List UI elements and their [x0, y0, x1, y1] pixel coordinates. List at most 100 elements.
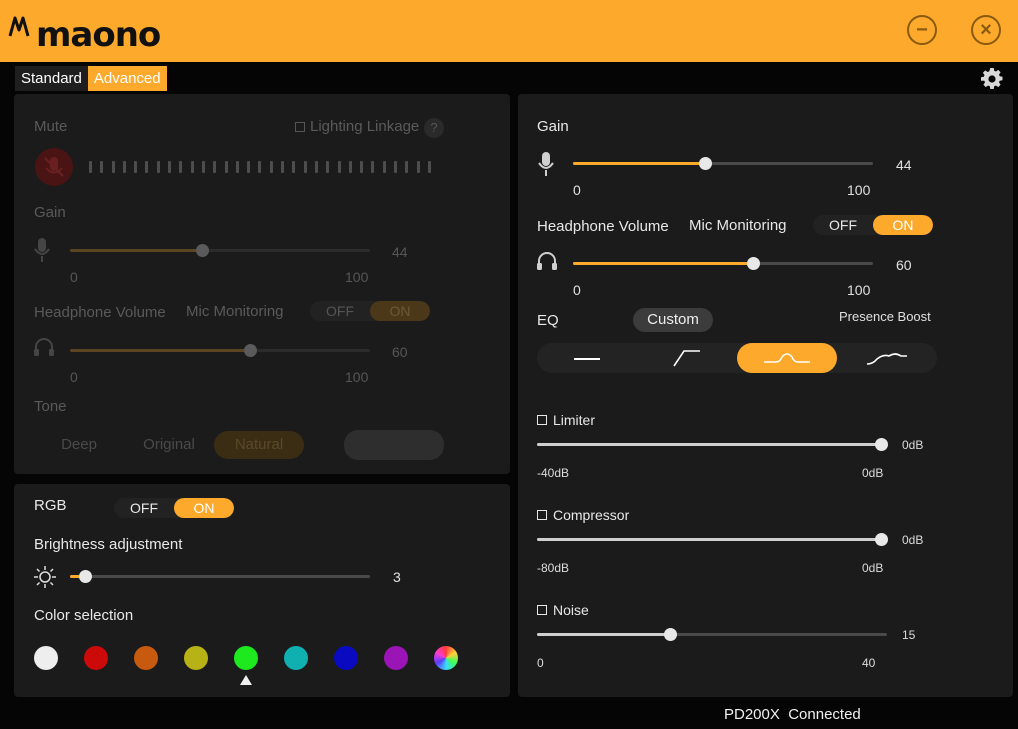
adv-headphone-slider[interactable] — [573, 257, 873, 270]
std-gain-min: 0 — [70, 269, 78, 285]
sun-brightness-icon — [34, 566, 56, 588]
close-glyph: × — [980, 18, 992, 41]
noise-max: 40 — [862, 656, 876, 670]
color-swatch-red[interactable] — [84, 646, 108, 670]
mute-mic-icon[interactable] — [34, 147, 74, 187]
std-headphone-value: 60 — [392, 344, 408, 360]
adv-headphone-min: 0 — [573, 282, 581, 298]
brightness-slider[interactable] — [70, 570, 370, 583]
tone-deep[interactable]: Deep — [34, 431, 124, 459]
noise-value: 15 — [902, 628, 916, 642]
adv-monitoring-toggle[interactable]: OFF ON — [813, 215, 933, 235]
adv-monitoring-on[interactable]: ON — [873, 215, 933, 235]
eq-flat-icon — [574, 358, 600, 360]
std-headphone-volume-label: Headphone Volume — [34, 304, 166, 321]
color-swatch-green[interactable] — [234, 646, 258, 670]
maono-logo-icon — [8, 16, 30, 37]
color-swatch-yellow[interactable] — [184, 646, 208, 670]
rgb-on[interactable]: ON — [174, 498, 234, 518]
noise-min: 0 — [537, 656, 544, 670]
std-monitoring-on[interactable]: ON — [370, 301, 430, 321]
adv-headphone-thumb[interactable] — [747, 257, 760, 270]
adv-gain-slider[interactable] — [573, 157, 873, 170]
std-gain-thumb[interactable] — [196, 244, 209, 257]
noise-slider[interactable] — [537, 628, 887, 641]
rgb-off[interactable]: OFF — [114, 498, 174, 518]
adv-gain-thumb[interactable] — [699, 157, 712, 170]
eq-curve-selector — [537, 343, 937, 373]
adv-headphone-icon — [537, 252, 557, 270]
tab-standard[interactable]: Standard — [15, 66, 88, 91]
tone-natural[interactable]: Natural — [214, 431, 304, 459]
lighting-linkage-label: Lighting Linkage — [310, 118, 420, 135]
minimize-icon[interactable]: − — [907, 15, 937, 45]
std-headphone-slider[interactable] — [70, 344, 370, 357]
help-icon[interactable]: ? — [424, 118, 444, 138]
mode-tabs: Standard Advanced — [15, 66, 167, 91]
selected-color-indicator-icon — [240, 675, 252, 685]
std-gain-max: 100 — [345, 269, 369, 285]
compressor-slider[interactable] — [537, 533, 888, 546]
color-swatch-blue[interactable] — [334, 646, 358, 670]
close-icon[interactable]: × — [971, 15, 1001, 45]
std-microphone-icon — [34, 238, 50, 262]
color-swatch-cyan[interactable] — [284, 646, 308, 670]
color-swatch-orange[interactable] — [134, 646, 158, 670]
brightness-thumb[interactable] — [79, 570, 92, 583]
eq-presence-boost-icon — [866, 353, 907, 365]
std-headphone-thumb[interactable] — [244, 344, 257, 357]
tone-original[interactable]: Original — [124, 431, 214, 459]
limiter-slider[interactable] — [537, 438, 888, 451]
limiter-label: Limiter — [553, 412, 596, 428]
adv-monitoring-off[interactable]: OFF — [813, 215, 873, 235]
adv-gain-min: 0 — [573, 182, 581, 198]
limiter-min: -40dB — [537, 466, 570, 480]
noise-thumb[interactable] — [664, 628, 677, 641]
lighting-linkage-checkbox[interactable] — [295, 122, 305, 132]
device-name: PD200X — [724, 706, 780, 723]
tab-advanced[interactable]: Advanced — [87, 66, 167, 91]
std-headphone-icon — [34, 338, 54, 356]
minimize-glyph: − — [916, 18, 928, 41]
standard-controls-panel — [14, 94, 510, 474]
brand-name: maono — [36, 15, 161, 55]
limiter-thumb[interactable] — [875, 438, 888, 451]
title-bar: maono − × — [0, 0, 1018, 62]
limiter-checkbox[interactable] — [537, 415, 547, 425]
settings-gear-icon[interactable] — [980, 67, 1004, 91]
eq-mid-boost-option[interactable] — [737, 343, 837, 373]
compressor-value: 0dB — [902, 533, 924, 547]
std-gain-value: 44 — [392, 244, 408, 260]
std-mic-monitoring-label: Mic Monitoring — [186, 303, 284, 320]
noise-checkbox[interactable] — [537, 605, 547, 615]
eq-presence-boost-option[interactable] — [837, 343, 937, 373]
adv-headphone-value: 60 — [896, 257, 912, 273]
compressor-checkbox[interactable] — [537, 510, 547, 520]
tone-label: Tone — [34, 398, 67, 415]
adv-mic-monitoring-label: Mic Monitoring — [689, 217, 787, 234]
color-swatch-white[interactable] — [34, 646, 58, 670]
eq-label: EQ — [537, 312, 559, 329]
std-monitoring-toggle[interactable]: OFF ON — [310, 301, 430, 321]
connection-status: PD200X Connected — [724, 706, 861, 723]
rgb-toggle[interactable]: OFF ON — [114, 498, 234, 518]
eq-flat-option[interactable] — [537, 343, 637, 373]
compressor-thumb[interactable] — [875, 533, 888, 546]
color-swatch-purple[interactable] — [384, 646, 408, 670]
std-monitoring-off[interactable]: OFF — [310, 301, 370, 321]
advanced-panel — [518, 94, 1013, 697]
adv-gain-value: 44 — [896, 157, 912, 173]
color-selection-label: Color selection — [34, 607, 134, 624]
eq-high-pass-option[interactable] — [637, 343, 737, 373]
std-headphone-min: 0 — [70, 369, 78, 385]
eq-preset-custom-button[interactable]: Custom — [633, 308, 713, 332]
adv-headphone-max: 100 — [847, 282, 871, 298]
eq-mid-boost-icon — [764, 353, 810, 363]
std-gain-slider[interactable] — [70, 244, 370, 257]
color-swatch-rainbow[interactable] — [434, 646, 458, 670]
brightness-label: Brightness adjustment — [34, 536, 183, 553]
tone-extra-button[interactable] — [344, 430, 444, 460]
noise-label: Noise — [553, 602, 589, 618]
adv-gain-label: Gain — [537, 118, 569, 135]
adv-microphone-icon — [538, 152, 554, 176]
